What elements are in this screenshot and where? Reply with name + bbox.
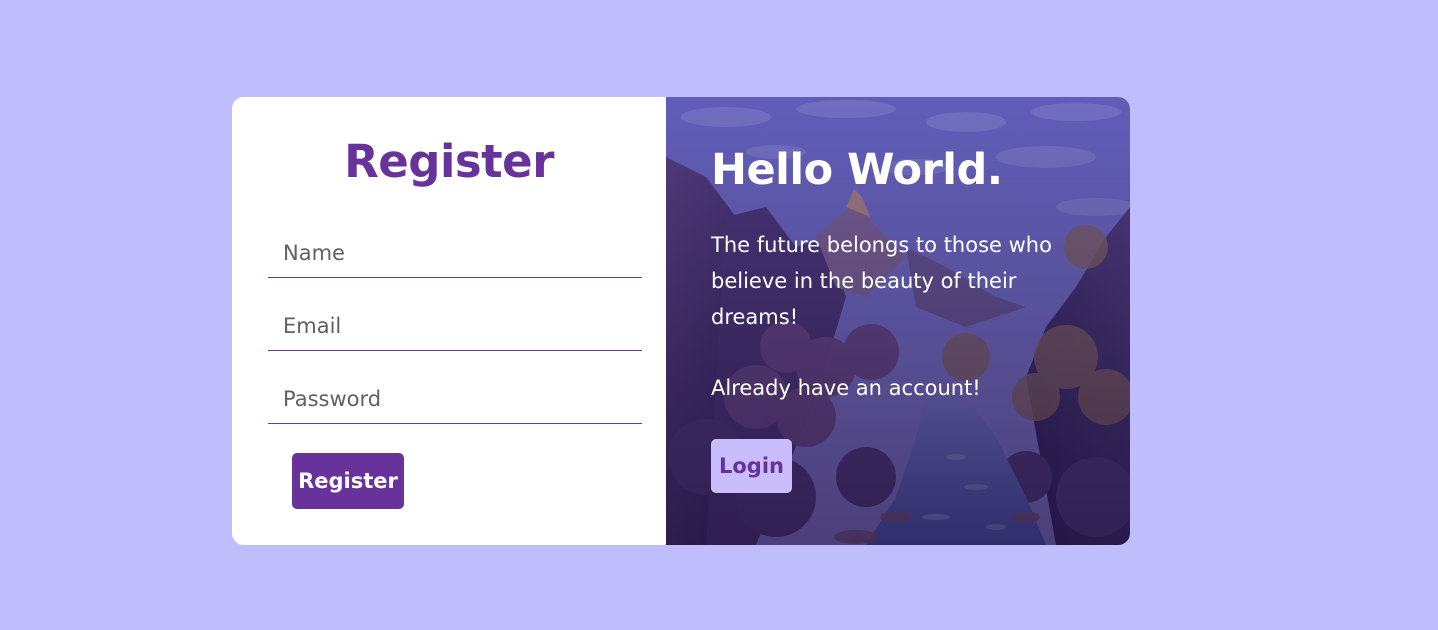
register-title: Register xyxy=(344,135,554,188)
welcome-quote: The future belongs to those who believe … xyxy=(711,233,1052,329)
welcome-panel: Hello World. The future belongs to those… xyxy=(666,97,1130,545)
account-prompt: Already have an account! xyxy=(711,376,981,400)
register-button[interactable]: Register xyxy=(292,453,404,509)
password-field[interactable] xyxy=(268,374,642,424)
name-field[interactable] xyxy=(268,228,642,278)
register-panel: Register Register xyxy=(232,97,666,545)
email-field[interactable] xyxy=(268,301,642,351)
welcome-heading: Hello World. xyxy=(711,145,1003,195)
login-button[interactable]: Login xyxy=(711,439,792,493)
auth-card: Register Register xyxy=(232,97,1130,545)
